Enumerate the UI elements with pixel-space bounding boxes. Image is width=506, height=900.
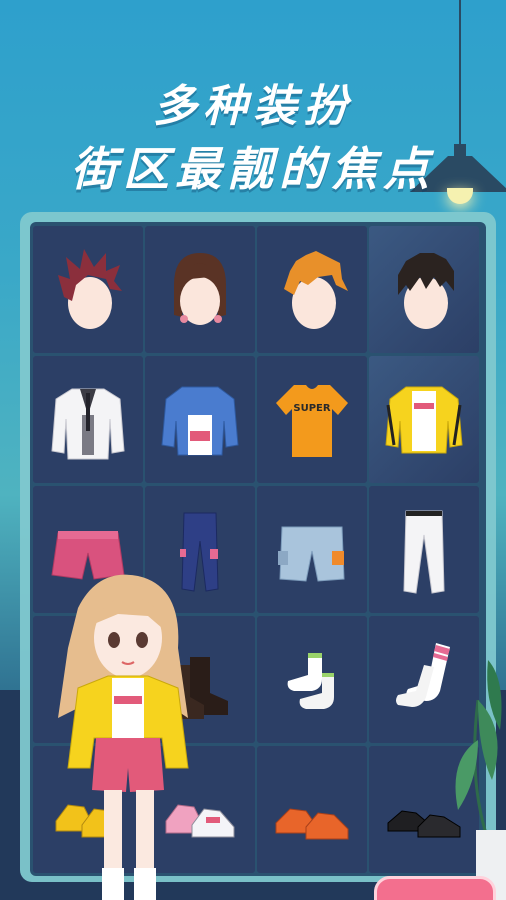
bottom-item-3[interactable]: [257, 486, 367, 613]
orange-brogues-icon: [275, 807, 349, 839]
super-print-label: SUPER: [293, 403, 330, 414]
hair-item-4[interactable]: [369, 226, 479, 353]
top-item-2[interactable]: [145, 356, 255, 483]
hair-item-1[interactable]: [33, 226, 143, 353]
white-suit-jacket-icon: [51, 388, 125, 459]
brown-bob-hair-icon: [174, 252, 226, 325]
top-item-3[interactable]: SUPER: [257, 356, 367, 483]
banner-title-line2: 街区最靓的焦点: [71, 142, 435, 196]
denim-cargo-shorts-icon: [278, 526, 345, 582]
orange-super-tshirt-icon: SUPER: [276, 384, 348, 457]
white-jeans-icon: [403, 510, 445, 594]
white-ankle-socks-icon: [287, 652, 334, 709]
hair-item-3[interactable]: [257, 226, 367, 353]
top-item-1[interactable]: [33, 356, 143, 483]
red-spiky-hair-icon: [58, 248, 122, 329]
top-item-4[interactable]: [369, 356, 479, 483]
shoe-item-3[interactable]: [257, 746, 367, 873]
yellow-bomber-jacket-icon: [385, 386, 463, 453]
potted-plant-icon: [455, 660, 506, 900]
bottom-item-4[interactable]: [369, 486, 479, 613]
avatar-character: [58, 574, 189, 900]
hair-item-2[interactable]: [145, 226, 255, 353]
banner-title-line1: 多种装扮: [153, 81, 353, 132]
black-messy-hair-icon: [398, 252, 454, 329]
orange-shaggy-hair-icon: [284, 250, 348, 329]
blue-denim-jacket-icon: [161, 386, 239, 455]
pink-action-button[interactable]: [374, 876, 496, 900]
sock-item-3[interactable]: [257, 616, 367, 743]
